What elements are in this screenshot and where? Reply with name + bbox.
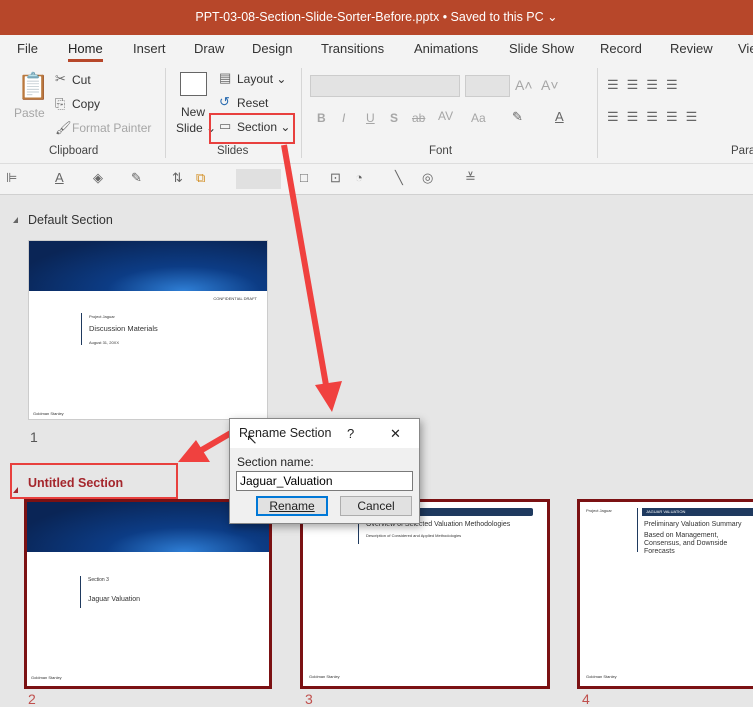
arrow-to-dialog	[281, 144, 329, 386]
mouse-cursor-icon: ↖	[246, 431, 258, 447]
section-name-label: Section name:	[237, 455, 314, 469]
arrowhead	[315, 381, 342, 412]
help-button[interactable]: ?	[347, 419, 354, 448]
cancel-button[interactable]: Cancel	[340, 496, 412, 516]
close-button[interactable]: ✕	[390, 419, 401, 448]
rename-button[interactable]: Rename	[256, 496, 328, 516]
section-name-input[interactable]	[236, 471, 413, 491]
rename-section-dialog: Rename Section ? ✕ Section name: Rename …	[229, 418, 420, 524]
dialog-title-bar: Rename Section ? ✕	[230, 419, 419, 448]
annotation-arrows	[178, 144, 342, 462]
